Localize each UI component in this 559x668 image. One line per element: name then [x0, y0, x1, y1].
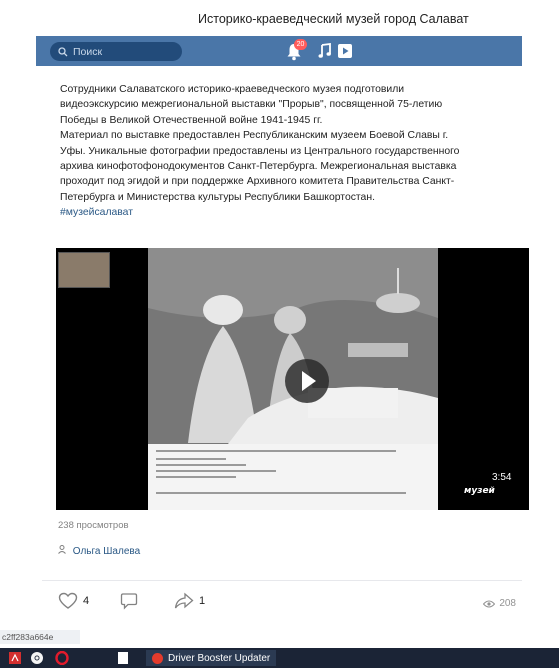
post-text-line: Сотрудники Салаватского историко-краевед…	[60, 84, 405, 95]
taskbar-app-label: Driver Booster Updater	[168, 652, 271, 664]
share-count: 1	[199, 595, 206, 607]
status-url-hint: c2ff283a664e	[0, 630, 80, 644]
video-duration: 3:54	[492, 472, 512, 483]
post-text-line: видеоэкскурсию межрегиональной выставки …	[60, 99, 443, 111]
share-icon	[174, 592, 194, 609]
notification-badge: 20	[294, 39, 307, 50]
taskbar: Driver Booster Updater	[0, 648, 559, 668]
heart-icon	[58, 592, 78, 609]
page-header: Историко-краеведческий музей город Салав…	[0, 0, 559, 36]
search-placeholder: Поиск	[73, 45, 103, 58]
post-text-line: Петербурга и Министерства культуры Респу…	[60, 191, 375, 203]
photo-scene	[148, 248, 438, 444]
archival-photo	[148, 248, 438, 444]
divider	[42, 580, 522, 581]
post-actions: 4 1 208	[56, 592, 526, 612]
taskbar-app-driver-booster[interactable]: Driver Booster Updater	[146, 650, 277, 666]
user-icon	[58, 545, 66, 554]
driver-booster-icon	[152, 652, 163, 664]
play-button[interactable]	[285, 359, 329, 403]
author-link[interactable]: Ольга Шалева	[58, 545, 140, 557]
post-text-line: Уфы. Уникальные фотографии предоставлены…	[60, 145, 460, 157]
like-button[interactable]: 4	[58, 592, 89, 610]
eye-icon	[483, 600, 496, 607]
chrome-icon[interactable]	[30, 651, 44, 665]
views-counter: 208	[483, 598, 516, 609]
vk-topbar: Поиск 20	[36, 36, 522, 66]
post-text-line: архива кинофотофонодокументов Санкт-Пете…	[60, 161, 457, 173]
photo-caption	[148, 444, 438, 510]
post-text-line: проходит под эгидой и при поддержке Архи…	[60, 176, 455, 188]
comment-icon	[120, 593, 138, 610]
search-icon	[58, 46, 68, 56]
share-button[interactable]: 1	[174, 592, 205, 610]
video-watermark: музей	[464, 486, 495, 496]
opera-icon[interactable]	[55, 651, 69, 665]
search-input[interactable]: Поиск	[50, 42, 182, 61]
comment-button[interactable]	[120, 592, 138, 610]
author-name: Ольга Шалева	[72, 546, 141, 557]
post-text-line: Победы в Великой Отечественной войне 194…	[60, 114, 323, 126]
music-note-icon[interactable]	[318, 43, 332, 59]
views-count-value: 208	[499, 598, 516, 609]
post-text-line: Материал по выставке предоставлен Респуб…	[60, 130, 449, 142]
file-explorer-icon[interactable]	[116, 651, 130, 665]
video-player[interactable]: музей 3:54	[56, 248, 529, 510]
notifications-button[interactable]: 20	[284, 39, 307, 62]
like-count: 4	[83, 595, 90, 607]
pdf-reader-icon[interactable]	[8, 651, 22, 665]
video-icon[interactable]	[338, 44, 352, 58]
page-title: Историко-краеведческий музей город Салав…	[198, 12, 469, 26]
video-thumbnail-inset	[58, 252, 110, 288]
post-text: Сотрудники Салаватского историко-краевед…	[60, 82, 530, 221]
hashtag-link[interactable]: #музейсалават	[60, 205, 530, 220]
video-views: 238 просмотров	[58, 520, 129, 531]
